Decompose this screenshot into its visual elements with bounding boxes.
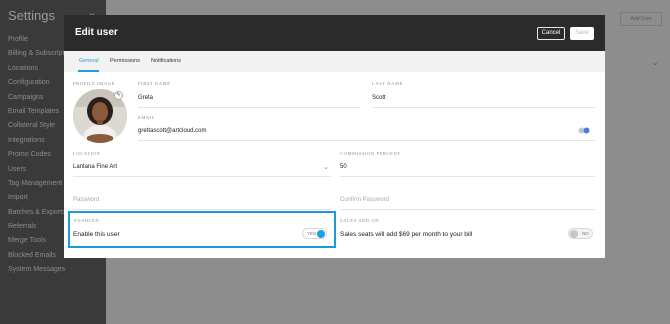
sales-add-on-text: Sales seats will add $69 per month to yo… bbox=[340, 231, 473, 238]
last-name-label: LAST NAME bbox=[372, 81, 403, 86]
chevron-down-icon[interactable]: ⌄ bbox=[323, 163, 329, 171]
edit-user-modal: Edit user Cancel Save General Permission… bbox=[64, 15, 605, 258]
first-name-field[interactable]: Greta bbox=[138, 95, 153, 101]
enabled-label: ENABLED bbox=[74, 218, 100, 223]
sidebar-item-system-messages[interactable]: System Messages bbox=[8, 265, 77, 279]
first-name-underline bbox=[138, 107, 360, 108]
tab-permissions[interactable]: Permissions bbox=[110, 58, 140, 64]
modal-header: Edit user Cancel Save bbox=[64, 15, 605, 51]
sidebar-title: Settings bbox=[8, 8, 55, 23]
last-name-field[interactable]: Scott bbox=[372, 95, 386, 101]
tab-general[interactable]: General bbox=[79, 58, 99, 64]
confirm-password-underline bbox=[340, 209, 595, 210]
tab-bar: General Permissions Notifications bbox=[64, 51, 605, 72]
save-button[interactable]: Save bbox=[570, 27, 594, 40]
toggle-knob bbox=[570, 230, 578, 238]
password-manager-icon[interactable] bbox=[578, 127, 590, 134]
active-tab-indicator bbox=[78, 70, 99, 72]
commission-percent-field[interactable]: 50 bbox=[340, 164, 347, 170]
tab-notifications[interactable]: Notifications bbox=[151, 58, 181, 64]
password-field[interactable]: Password bbox=[73, 197, 99, 203]
cancel-button[interactable]: Cancel bbox=[537, 27, 565, 40]
email-field[interactable]: grettascott@artcloud.com bbox=[138, 128, 206, 134]
email-label: EMAIL bbox=[138, 115, 156, 120]
modal-title: Edit user bbox=[75, 27, 118, 38]
enable-user-toggle[interactable]: YES bbox=[302, 228, 327, 239]
last-name-underline bbox=[372, 107, 595, 108]
enabled-section-highlight bbox=[68, 211, 336, 248]
sales-add-on-toggle[interactable]: NO bbox=[568, 228, 593, 239]
chevron-down-icon: ⌄ bbox=[652, 58, 659, 67]
sales-add-on-label: SALES ADD ON bbox=[340, 218, 380, 223]
add-user-button[interactable]: Add User bbox=[620, 12, 662, 26]
profile-image-label: PROFILE IMAGE bbox=[73, 81, 115, 86]
commission-percent-label: COMMISSION PERCENT bbox=[340, 151, 401, 156]
location-select[interactable]: Lantana Fine Art bbox=[73, 164, 117, 170]
toggle-no-text: NO bbox=[582, 231, 589, 236]
location-underline bbox=[73, 176, 331, 177]
first-name-label: FIRST NAME bbox=[138, 81, 171, 86]
commission-underline bbox=[340, 176, 595, 177]
toggle-knob bbox=[317, 230, 325, 238]
email-underline bbox=[138, 140, 595, 141]
toggle-yes-text: YES bbox=[307, 231, 317, 236]
enable-user-text: Enable this user bbox=[73, 231, 120, 238]
confirm-password-field[interactable]: Confirm Password bbox=[340, 197, 389, 203]
edit-avatar-icon[interactable]: ✎ bbox=[114, 91, 123, 100]
location-label: LOCATION bbox=[73, 151, 101, 156]
password-underline bbox=[73, 209, 331, 210]
